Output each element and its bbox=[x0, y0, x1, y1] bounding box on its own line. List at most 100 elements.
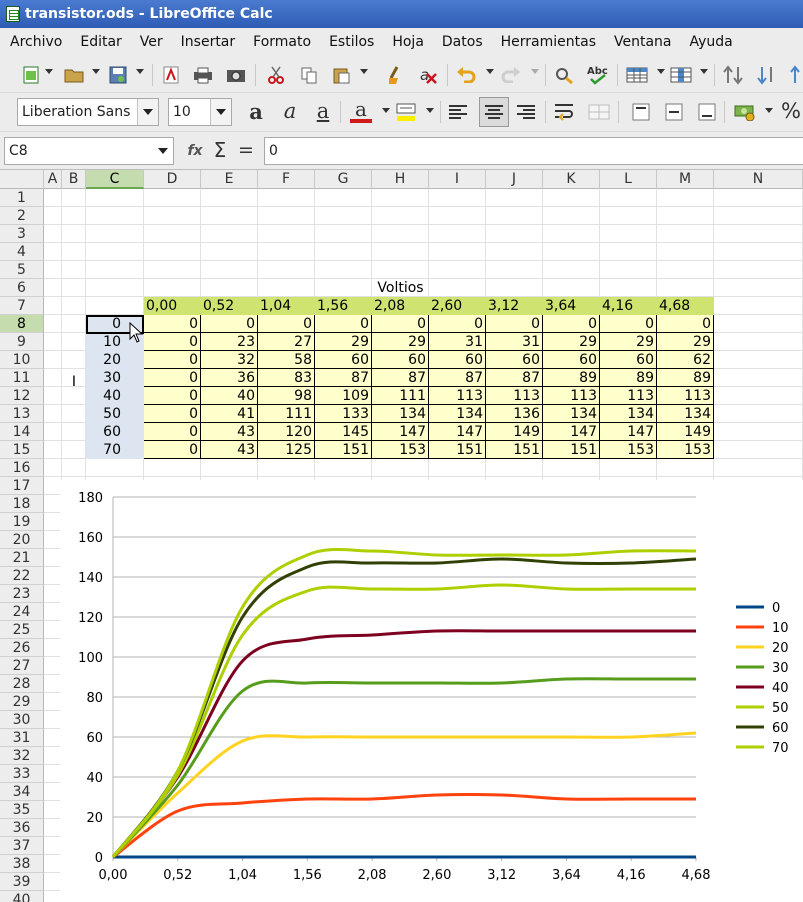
row-header-26[interactable]: 26 bbox=[0, 639, 44, 657]
open-dropdown-icon[interactable] bbox=[92, 69, 100, 74]
row-header-31[interactable]: 31 bbox=[0, 729, 44, 747]
find-replace-icon[interactable] bbox=[553, 64, 575, 86]
voltage-header-cell[interactable]: 0,52 bbox=[201, 297, 258, 315]
data-cell[interactable]: 89 bbox=[600, 369, 657, 387]
menu-herramientas[interactable]: Herramientas bbox=[491, 34, 604, 50]
data-cell[interactable]: 31 bbox=[429, 333, 486, 351]
row-header-20[interactable]: 20 bbox=[0, 531, 44, 549]
sum-icon[interactable]: Σ bbox=[209, 138, 231, 162]
column-header-b[interactable]: B bbox=[62, 170, 86, 189]
current-cell[interactable]: 40 bbox=[86, 387, 144, 405]
column-header-n[interactable]: N bbox=[714, 170, 803, 189]
data-cell[interactable]: 149 bbox=[486, 423, 543, 441]
row-header-16[interactable]: 16 bbox=[0, 459, 44, 477]
row-header-37[interactable]: 37 bbox=[0, 837, 44, 855]
data-cell[interactable]: 87 bbox=[315, 369, 372, 387]
data-cell[interactable]: 0 bbox=[600, 315, 657, 333]
row-header-3[interactable]: 3 bbox=[0, 225, 44, 243]
row-header-1[interactable]: 1 bbox=[0, 189, 44, 207]
data-cell[interactable]: 151 bbox=[429, 441, 486, 459]
data-cell[interactable]: 0 bbox=[486, 315, 543, 333]
current-cell[interactable]: 20 bbox=[86, 351, 144, 369]
row-dropdown-icon[interactable] bbox=[657, 69, 665, 74]
data-cell[interactable]: 147 bbox=[543, 423, 600, 441]
table-header-title[interactable]: Voltios bbox=[372, 279, 429, 297]
name-box-dropdown-icon[interactable] bbox=[152, 138, 173, 164]
current-cell[interactable]: 60 bbox=[86, 423, 144, 441]
copy-icon[interactable] bbox=[298, 64, 320, 86]
row-header-2[interactable]: 2 bbox=[0, 207, 44, 225]
data-cell[interactable]: 0 bbox=[144, 351, 201, 369]
formula-equals-icon[interactable]: = bbox=[235, 139, 257, 161]
data-cell[interactable]: 151 bbox=[543, 441, 600, 459]
data-cell[interactable]: 0 bbox=[144, 405, 201, 423]
column-header-h[interactable]: H bbox=[372, 170, 429, 189]
column-dropdown-icon[interactable] bbox=[700, 69, 708, 74]
row-header-17[interactable]: 17 bbox=[0, 477, 44, 495]
voltage-header-cell[interactable]: 2,60 bbox=[429, 297, 486, 315]
data-cell[interactable]: 89 bbox=[657, 369, 714, 387]
data-cell[interactable]: 0 bbox=[429, 315, 486, 333]
font-color-button[interactable]: a bbox=[350, 97, 372, 123]
merge-cells-icon[interactable] bbox=[588, 101, 610, 123]
formula-input[interactable]: 0 bbox=[264, 137, 803, 165]
save-dropdown-icon[interactable] bbox=[136, 69, 144, 74]
align-top-icon[interactable] bbox=[630, 101, 652, 123]
clone-formatting-icon[interactable] bbox=[385, 64, 407, 86]
row-header-23[interactable]: 23 bbox=[0, 585, 44, 603]
sort-icon[interactable] bbox=[722, 64, 744, 86]
row-header-7[interactable]: 7 bbox=[0, 297, 44, 315]
font-size-combo[interactable]: 10 bbox=[168, 98, 232, 126]
row-header-28[interactable]: 28 bbox=[0, 675, 44, 693]
print-preview-icon[interactable] bbox=[225, 64, 247, 86]
row-header-32[interactable]: 32 bbox=[0, 747, 44, 765]
row-header-25[interactable]: 25 bbox=[0, 621, 44, 639]
row-header-12[interactable]: 12 bbox=[0, 387, 44, 405]
menu-editar[interactable]: Editar bbox=[70, 34, 129, 50]
row-header-11[interactable]: 11 bbox=[0, 369, 44, 387]
data-cell[interactable]: 153 bbox=[657, 441, 714, 459]
data-cell[interactable]: 0 bbox=[372, 315, 429, 333]
data-cell[interactable]: 29 bbox=[543, 333, 600, 351]
menu-estilos[interactable]: Estilos bbox=[319, 34, 382, 50]
menu-ventana[interactable]: Ventana bbox=[604, 34, 680, 50]
data-cell[interactable]: 113 bbox=[600, 387, 657, 405]
data-cell[interactable]: 134 bbox=[429, 405, 486, 423]
menu-archivo[interactable]: Archivo bbox=[0, 34, 70, 50]
data-cell[interactable]: 134 bbox=[372, 405, 429, 423]
row-header-18[interactable]: 18 bbox=[0, 495, 44, 513]
data-cell[interactable]: 133 bbox=[315, 405, 372, 423]
data-cell[interactable]: 29 bbox=[600, 333, 657, 351]
column-header-k[interactable]: K bbox=[543, 170, 600, 189]
column-header-e[interactable]: E bbox=[201, 170, 258, 189]
sort-ascending-icon[interactable] bbox=[756, 64, 778, 86]
data-cell[interactable]: 111 bbox=[372, 387, 429, 405]
row-header-19[interactable]: 19 bbox=[0, 513, 44, 531]
align-right-icon[interactable] bbox=[515, 101, 537, 123]
redo-icon[interactable] bbox=[500, 64, 522, 86]
italic-button[interactable]: a bbox=[279, 99, 301, 123]
data-cell[interactable]: 36 bbox=[201, 369, 258, 387]
data-cell[interactable]: 43 bbox=[201, 423, 258, 441]
spreadsheet-grid[interactable]: ABCDEFGHIJKLMN 1 2 3 4 5 6 7 8 9 10 11 12 13 14 15 16 17… bbox=[0, 170, 803, 902]
data-cell[interactable]: 0 bbox=[144, 423, 201, 441]
data-cell[interactable]: 136 bbox=[486, 405, 543, 423]
menu-ayuda[interactable]: Ayuda bbox=[680, 34, 741, 50]
data-cell[interactable]: 83 bbox=[258, 369, 315, 387]
data-cell[interactable]: 153 bbox=[372, 441, 429, 459]
paste-icon[interactable] bbox=[330, 64, 352, 86]
row-axis-label[interactable]: I bbox=[62, 373, 86, 391]
row-header-38[interactable]: 38 bbox=[0, 855, 44, 873]
row-header-29[interactable]: 29 bbox=[0, 693, 44, 711]
data-cell[interactable]: 29 bbox=[657, 333, 714, 351]
spelling-icon[interactable]: Abc bbox=[587, 64, 609, 86]
data-cell[interactable]: 23 bbox=[201, 333, 258, 351]
currency-dropdown-icon[interactable] bbox=[765, 108, 773, 113]
data-cell[interactable]: 0 bbox=[144, 387, 201, 405]
column-header-g[interactable]: G bbox=[315, 170, 372, 189]
voltage-header-cell[interactable]: 4,68 bbox=[657, 297, 714, 315]
open-folder-icon[interactable] bbox=[63, 64, 85, 86]
data-cell[interactable]: 87 bbox=[486, 369, 543, 387]
save-icon[interactable] bbox=[107, 64, 129, 86]
row-header-21[interactable]: 21 bbox=[0, 549, 44, 567]
